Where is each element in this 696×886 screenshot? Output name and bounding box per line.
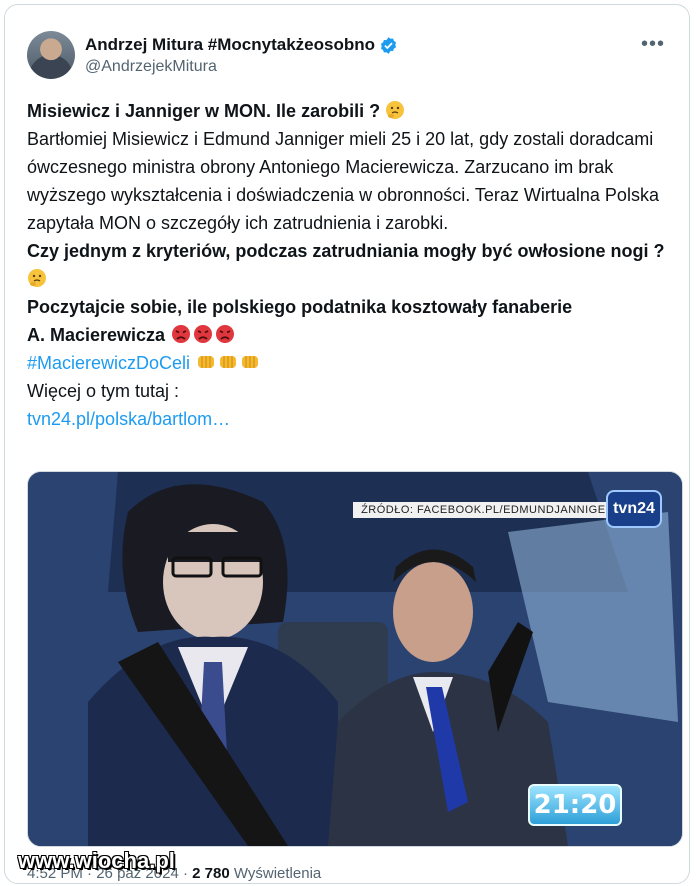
tweet-title: Misiewicz i Janniger w MON. Ile zarobili… bbox=[27, 101, 381, 121]
tvn24-logo: tvn24 bbox=[606, 490, 662, 528]
author-row: Andrzej Mitura #Mocnytakżeosobno bbox=[85, 35, 398, 55]
tweet-image[interactable]: ŹRÓDŁO: FACEBOOK.PL/EDMUNDJANNIGER tvn24… bbox=[27, 471, 683, 847]
hashtag-link[interactable]: #MacierewiczDoCeli bbox=[27, 353, 190, 373]
tweet-card: Andrzej Mitura #Mocnytakżeosobno @Andrze… bbox=[4, 4, 690, 884]
thinking-face-emoji bbox=[386, 101, 405, 119]
oncoming-fist-emoji bbox=[242, 356, 259, 368]
meta-separator: · bbox=[182, 865, 188, 882]
views-label: Wyświetlenia bbox=[233, 865, 322, 882]
more-info-label: Więcej o tym tutaj : bbox=[27, 381, 180, 401]
avatar[interactable] bbox=[27, 31, 75, 79]
tweet-comment-name: A. Macierewicza bbox=[27, 325, 166, 345]
source-caption: ŹRÓDŁO: FACEBOOK.PL/EDMUNDJANNIGER bbox=[353, 502, 622, 518]
oncoming-fist-emoji bbox=[198, 356, 215, 368]
verified-badge-icon bbox=[380, 36, 397, 54]
tweet-body: Bartłomiej Misiewicz i Edmund Janniger m… bbox=[27, 129, 659, 233]
more-options-icon[interactable]: ••• bbox=[641, 33, 665, 56]
author-name[interactable]: Andrzej Mitura #Mocnytakżeosobno bbox=[85, 35, 375, 55]
article-link[interactable]: tvn24.pl/polska/bartlom… bbox=[27, 409, 230, 429]
site-watermark: www.wiocha.pl bbox=[18, 848, 175, 873]
tweet-question: Czy jednym z kryteriów, podczas zatrudni… bbox=[27, 241, 665, 261]
oncoming-fist-emoji bbox=[220, 356, 237, 368]
author-handle[interactable]: @AndrzejekMitura bbox=[85, 58, 217, 76]
angry-face-emoji bbox=[194, 325, 213, 343]
view-count: 2 780 bbox=[192, 865, 230, 882]
angry-face-emoji bbox=[172, 325, 191, 343]
tweet-comment: Poczytajcie sobie, ile polskiego podatni… bbox=[27, 297, 573, 317]
angry-face-emoji bbox=[216, 325, 235, 343]
thinking-face-emoji bbox=[28, 269, 46, 287]
program-time-badge: 21:20 bbox=[528, 784, 622, 826]
tweet-text: Misiewicz i Janniger w MON. Ile zarobili… bbox=[27, 97, 677, 433]
